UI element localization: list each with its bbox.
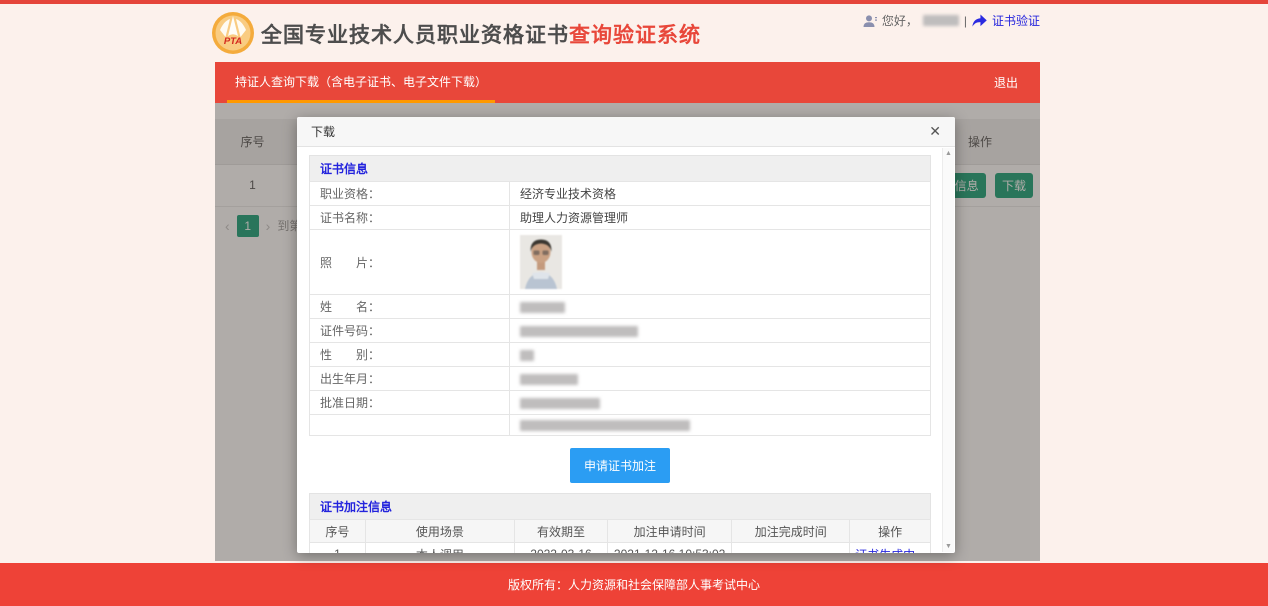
annotation-section-title: 证书加注信息 bbox=[309, 493, 931, 519]
modal-scrollbar[interactable]: ▲ ▼ bbox=[942, 148, 954, 552]
pta-logo-icon: PTA bbox=[211, 11, 255, 55]
svg-text:PTA: PTA bbox=[224, 36, 242, 47]
title-main: 全国专业技术人员职业资格证书 bbox=[261, 24, 569, 47]
user-info-bar: 您好， | 证书验证 bbox=[863, 12, 1040, 29]
close-icon[interactable]: ✕ bbox=[929, 123, 941, 140]
field-label: 证书名称： bbox=[310, 206, 510, 230]
cert-info-row bbox=[310, 415, 931, 436]
cert-info-row: 姓 名： bbox=[310, 295, 931, 319]
main-container: 持证人查询下载（含电子证书、电子文件下载） 退出 序号 操作 1 bbox=[215, 62, 1040, 561]
redacted-value bbox=[520, 326, 638, 337]
modal-header: 下载 ✕ bbox=[297, 117, 955, 147]
field-value bbox=[510, 343, 931, 367]
divider: | bbox=[964, 14, 967, 28]
nav-tab-holder-download[interactable]: 持证人查询下载（含电子证书、电子文件下载） bbox=[227, 62, 495, 103]
annotation-row: 1本人调用2022-03-162021-12-16 10:53:02 证书生成中.… bbox=[310, 543, 931, 554]
cert-info-row: 职业资格：经济专业技术资格 bbox=[310, 182, 931, 206]
cert-info-row: 证件号码： bbox=[310, 319, 931, 343]
field-value bbox=[510, 295, 931, 319]
annotation-cell: 2021-12-16 10:53:02 bbox=[608, 543, 732, 554]
field-label bbox=[310, 415, 510, 436]
redacted-value bbox=[520, 398, 600, 409]
annotation-col-header: 操作 bbox=[850, 520, 931, 543]
apply-annotation-button[interactable]: 申请证书加注 bbox=[570, 448, 670, 483]
page-title: 全国专业技术人员职业资格证书查询验证系统 bbox=[261, 19, 701, 49]
cert-info-row: 出生年月： bbox=[310, 367, 931, 391]
cert-info-row: 照 片： bbox=[310, 230, 931, 295]
share-arrow-icon bbox=[972, 14, 987, 27]
annotation-cell: 本人调用 bbox=[365, 543, 514, 554]
field-label: 职业资格： bbox=[310, 182, 510, 206]
copyright-text: 版权所有：人力资源和社会保障部人事考试中心 bbox=[508, 576, 760, 593]
annotation-col-header: 序号 bbox=[310, 520, 366, 543]
annotation-cell bbox=[732, 543, 850, 554]
annotation-table: 序号使用场景有效期至加注申请时间加注完成时间操作 1本人调用2022-03-16… bbox=[309, 519, 931, 553]
field-label: 批准日期： bbox=[310, 391, 510, 415]
site-header: PTA 全国专业技术人员职业资格证书查询验证系统 您好， | 证书验证 bbox=[0, 4, 1268, 62]
annotation-cell: 证书生成中... bbox=[850, 543, 931, 554]
scroll-down-icon[interactable]: ▼ bbox=[945, 543, 952, 550]
modal-title: 下载 bbox=[311, 123, 335, 140]
cert-info-row: 证书名称：助理人力资源管理师 bbox=[310, 206, 931, 230]
pta-logo: PTA bbox=[211, 11, 255, 60]
field-label: 出生年月： bbox=[310, 367, 510, 391]
scroll-up-icon[interactable]: ▲ bbox=[945, 150, 952, 157]
cert-info-row: 批准日期： bbox=[310, 391, 931, 415]
cert-info-table: 职业资格：经济专业技术资格证书名称：助理人力资源管理师照 片： 姓 名：证件号码… bbox=[309, 181, 931, 436]
cert-generating-link[interactable]: 证书生成中... bbox=[855, 548, 925, 554]
annotation-col-header: 加注申请时间 bbox=[608, 520, 732, 543]
field-label: 照 片： bbox=[310, 230, 510, 295]
cert-verify-link[interactable]: 证书验证 bbox=[992, 12, 1040, 29]
redacted-value bbox=[520, 374, 578, 385]
redacted-value bbox=[520, 302, 565, 313]
portrait-photo bbox=[520, 235, 562, 289]
annotation-cell: 2022-03-16 bbox=[514, 543, 607, 554]
nav-bar: 持证人查询下载（含电子证书、电子文件下载） 退出 bbox=[215, 62, 1040, 103]
annotation-col-header: 使用场景 bbox=[365, 520, 514, 543]
redacted-value bbox=[520, 420, 690, 431]
modal-body: 证书信息 职业资格：经济专业技术资格证书名称：助理人力资源管理师照 片： 姓 名… bbox=[297, 147, 955, 553]
cert-info-section-title: 证书信息 bbox=[309, 155, 931, 181]
page-footer: 版权所有：人力资源和社会保障部人事考试中心 bbox=[0, 563, 1268, 606]
field-label: 姓 名： bbox=[310, 295, 510, 319]
annotation-header-row: 序号使用场景有效期至加注申请时间加注完成时间操作 bbox=[310, 520, 931, 543]
logout-button[interactable]: 退出 bbox=[994, 74, 1018, 91]
annotation-col-header: 加注完成时间 bbox=[732, 520, 850, 543]
field-label: 性 别： bbox=[310, 343, 510, 367]
annotation-cell: 1 bbox=[310, 543, 366, 554]
field-value bbox=[510, 415, 931, 436]
download-modal: 下载 ✕ 证书信息 职业资格：经济专业技术资格证书名称：助理人力资源管理师照 片… bbox=[297, 117, 955, 553]
field-value bbox=[510, 391, 931, 415]
redacted-username bbox=[923, 15, 959, 26]
annotation-col-header: 有效期至 bbox=[514, 520, 607, 543]
field-value bbox=[510, 319, 931, 343]
field-value: 经济专业技术资格 bbox=[510, 182, 931, 206]
field-value: 助理人力资源管理师 bbox=[510, 206, 931, 230]
title-accent: 查询验证系统 bbox=[569, 24, 701, 47]
redacted-value bbox=[520, 350, 534, 361]
content-area: 序号 操作 1 证书信息 下载 bbox=[215, 103, 1040, 561]
field-label: 证件号码： bbox=[310, 319, 510, 343]
field-value bbox=[510, 367, 931, 391]
cert-info-row: 性 别： bbox=[310, 343, 931, 367]
user-icon bbox=[863, 14, 877, 28]
photo-cell bbox=[510, 230, 931, 295]
greeting-text: 您好， bbox=[882, 12, 918, 29]
